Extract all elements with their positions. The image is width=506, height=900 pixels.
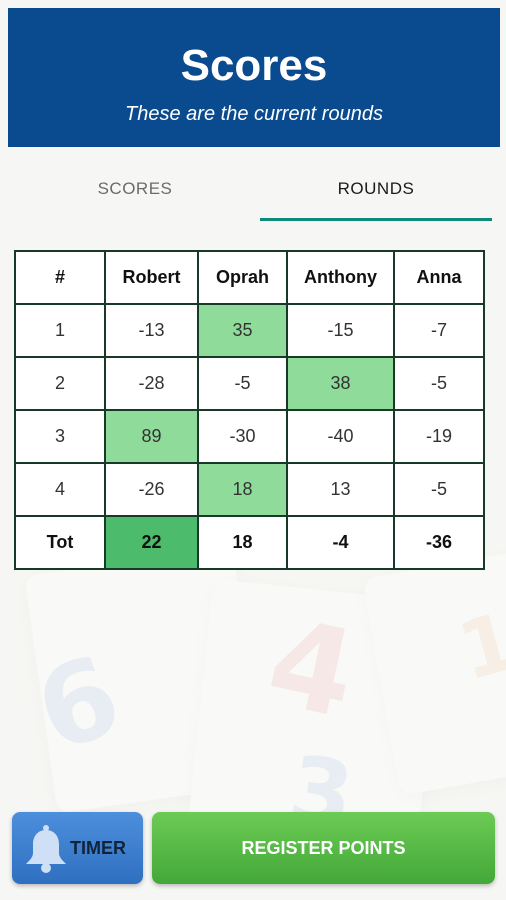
round-number-cell: 4 bbox=[14, 462, 106, 517]
header-cell-player: Anna bbox=[393, 250, 485, 305]
score-cell-round-winner: 35 bbox=[197, 303, 288, 358]
header-cell-number: # bbox=[14, 250, 106, 305]
total-row: Tot 22 18 -4 -36 bbox=[14, 515, 485, 570]
tab-bar: SCORES ROUNDS bbox=[8, 168, 500, 224]
header-cell-player: Oprah bbox=[197, 250, 288, 305]
score-cell: 13 bbox=[286, 462, 395, 517]
score-cell-round-winner: 38 bbox=[286, 356, 395, 411]
score-cell: -40 bbox=[286, 409, 395, 464]
page-title: Scores bbox=[180, 41, 328, 90]
bell-icon bbox=[26, 825, 66, 873]
rounds-table: # Robert Oprah Anthony Anna 1 -13 35 -15… bbox=[14, 250, 485, 570]
score-cell: -5 bbox=[393, 356, 485, 411]
score-cell: -19 bbox=[393, 409, 485, 464]
active-tab-indicator bbox=[260, 218, 492, 221]
tab-rounds[interactable]: ROUNDS bbox=[260, 168, 492, 214]
score-cell-round-winner: 18 bbox=[197, 462, 288, 517]
score-cell: -26 bbox=[104, 462, 199, 517]
header-cell-player: Anthony bbox=[286, 250, 395, 305]
total-cell: -36 bbox=[393, 515, 485, 570]
register-points-button[interactable]: REGISTER POINTS bbox=[152, 812, 495, 884]
total-cell: 18 bbox=[197, 515, 288, 570]
score-cell: -5 bbox=[197, 356, 288, 411]
register-points-label: REGISTER POINTS bbox=[241, 837, 406, 858]
table-row[interactable]: 2 -28 -5 38 -5 bbox=[14, 356, 485, 411]
page-subtitle: These are the current rounds bbox=[125, 103, 383, 125]
table-header-row: # Robert Oprah Anthony Anna bbox=[14, 250, 485, 305]
header-cell-player: Robert bbox=[104, 250, 199, 305]
round-number-cell: 2 bbox=[14, 356, 106, 411]
total-cell-leader: 22 bbox=[104, 515, 199, 570]
total-label-cell: Tot bbox=[14, 515, 106, 570]
tab-scores[interactable]: SCORES bbox=[10, 168, 260, 214]
score-cell: -7 bbox=[393, 303, 485, 358]
timer-button-label: TIMER bbox=[70, 838, 126, 858]
timer-button[interactable]: TIMER bbox=[12, 812, 143, 884]
score-cell: -13 bbox=[104, 303, 199, 358]
total-cell: -4 bbox=[286, 515, 395, 570]
table-row[interactable]: 4 -26 18 13 -5 bbox=[14, 462, 485, 517]
score-cell-round-winner: 89 bbox=[104, 409, 199, 464]
score-cell: -15 bbox=[286, 303, 395, 358]
round-number-cell: 3 bbox=[14, 409, 106, 464]
score-cell: -28 bbox=[104, 356, 199, 411]
header-banner: Scores These are the current rounds bbox=[8, 8, 500, 147]
score-cell: -30 bbox=[197, 409, 288, 464]
table-row[interactable]: 3 89 -30 -40 -19 bbox=[14, 409, 485, 464]
table-row[interactable]: 1 -13 35 -15 -7 bbox=[14, 303, 485, 358]
round-number-cell: 1 bbox=[14, 303, 106, 358]
score-cell: -5 bbox=[393, 462, 485, 517]
